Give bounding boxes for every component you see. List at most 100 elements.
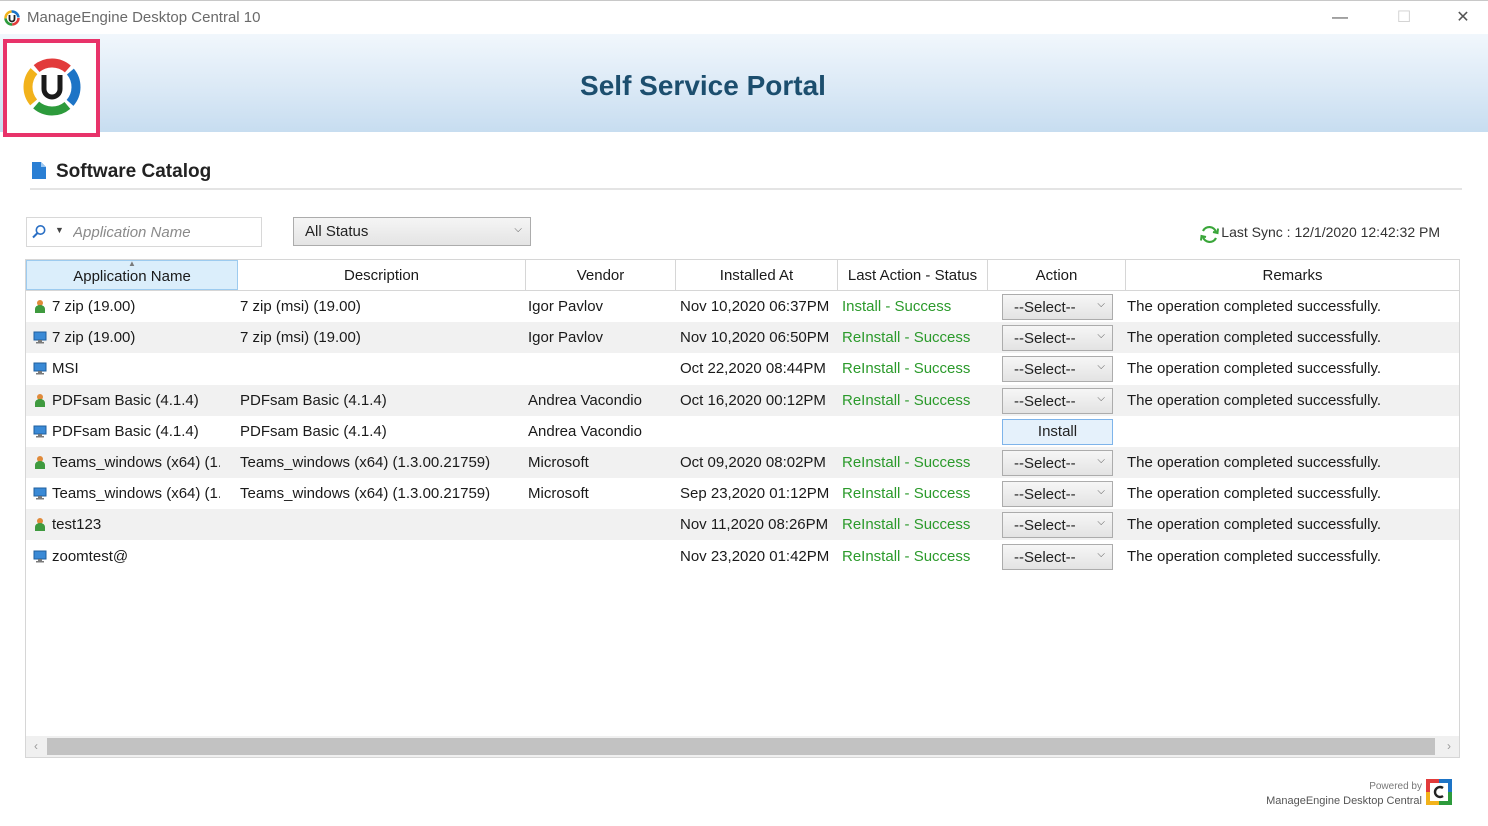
maximize-button[interactable]: ☐: [1384, 5, 1424, 31]
remarks-cell: The operation completed successfully.: [1127, 516, 1382, 534]
description-cell: Teams_windows (x64) (1.3.00.21759): [240, 485, 491, 503]
sync-icon[interactable]: [1199, 225, 1220, 244]
action-select[interactable]: --Select-- ⌵: [1002, 481, 1113, 508]
column-header-installed-at[interactable]: Installed At: [676, 260, 838, 290]
software-catalog-table: ▲ Application Name Description Vendor In…: [25, 259, 1460, 758]
desktop-central-logo-icon: [1426, 779, 1452, 805]
last-sync-label: Last Sync : 12/1/2020 12:42:32 PM: [1221, 224, 1440, 240]
search-options-icon[interactable]: ▼: [55, 225, 64, 235]
search-icon[interactable]: [31, 224, 47, 240]
scrollbar-thumb[interactable]: [47, 738, 1435, 755]
status-filter-select[interactable]: All Status ⌵: [293, 217, 531, 246]
installed-at-cell: [680, 416, 836, 447]
column-header-vendor[interactable]: Vendor: [526, 260, 676, 290]
column-header-last-action-status[interactable]: Last Action - Status: [838, 260, 988, 290]
computer-icon: [33, 362, 47, 375]
action-select[interactable]: --Select-- ⌵: [1002, 294, 1113, 320]
action-select-value: --Select--: [1014, 455, 1076, 472]
minimize-button[interactable]: —: [1320, 5, 1360, 31]
table-row[interactable]: zoomtest@ Nov 23,2020 01:42PM ReInstall - …: [26, 541, 1459, 572]
product-name: ManageEngine Desktop Central: [1266, 795, 1422, 807]
action-select[interactable]: --Select-- ⌵: [1002, 356, 1113, 383]
chevron-down-icon: ⌵: [1097, 517, 1105, 529]
remarks-cell: [1127, 416, 1457, 447]
action-select[interactable]: --Select-- ⌵: [1002, 387, 1113, 414]
column-header-remarks[interactable]: Remarks: [1126, 260, 1459, 290]
table-row[interactable]: Teams_windows (x64) (1.3 Teams_windows (x…: [26, 447, 1459, 478]
scroll-right-icon[interactable]: ›: [1441, 738, 1457, 755]
description-cell: [240, 353, 526, 384]
installed-at-cell: Oct 22,2020 08:44PM: [680, 360, 826, 378]
status-filter-value: All Status: [305, 223, 369, 240]
remarks-cell: The operation completed successfully.: [1127, 391, 1382, 409]
action-select-value: --Select--: [1014, 486, 1076, 504]
chevron-down-icon: ⌵: [1097, 361, 1105, 373]
column-header-application-name[interactable]: ▲ Application Name: [26, 260, 238, 290]
chevron-down-icon: ⌵: [1097, 330, 1105, 342]
horizontal-scrollbar[interactable]: ‹ ›: [26, 736, 1459, 757]
description-cell: [240, 509, 526, 540]
user-icon: [35, 518, 45, 532]
chevron-down-icon: ⌵: [1097, 392, 1105, 404]
install-button[interactable]: Install: [1002, 418, 1113, 445]
table-row[interactable]: PDFsam Basic (4.1.4) PDFsam Basic (4.1.4)…: [26, 384, 1459, 416]
scroll-left-icon[interactable]: ‹: [28, 738, 44, 755]
search-input[interactable]: [73, 221, 258, 243]
column-label: Application Name: [73, 268, 191, 285]
action-select[interactable]: --Select-- ⌵: [1002, 543, 1113, 570]
installed-at-cell: Sep 23,2020 01:12PM: [680, 485, 830, 503]
column-header-action[interactable]: Action: [988, 260, 1126, 290]
vendor-cell: Andrea Vacondio: [528, 391, 642, 409]
table-row[interactable]: MSI Oct 22,2020 08:44PM ReInstall - Succes…: [26, 353, 1459, 384]
table-row[interactable]: 7 zip (19.00) 7 zip (msi) (19.00) Igor Pav…: [26, 291, 1459, 322]
chevron-down-icon: ⌵: [514, 224, 522, 235]
search-box[interactable]: ▼: [26, 217, 262, 247]
action-select[interactable]: --Select-- ⌵: [1002, 325, 1113, 352]
table-row[interactable]: test123 Nov 11,2020 08:26PM ReInstall - Su…: [26, 509, 1459, 541]
powered-by-label: Powered by: [1369, 781, 1422, 792]
chevron-down-icon: ⌵: [1097, 455, 1105, 466]
status-cell: ReInstall - Success: [842, 547, 971, 565]
action-select-value: --Select--: [1014, 299, 1076, 316]
action-select[interactable]: --Select-- ⌵: [1002, 512, 1113, 539]
action-select-value: --Select--: [1014, 330, 1076, 348]
description-cell: Teams_windows (x64) (1.3.00.21759): [240, 454, 491, 471]
table-row[interactable]: Teams_windows (x64) (1.3 Teams_windows (x…: [26, 478, 1459, 509]
table-row[interactable]: PDFsam Basic (4.1.4) PDFsam Basic (4.1.4)…: [26, 416, 1459, 447]
computer-icon: [33, 550, 47, 563]
user-icon: [35, 300, 45, 313]
status-cell: ReInstall - Success: [842, 329, 971, 347]
description-cell: PDFsam Basic (4.1.4): [240, 391, 387, 409]
chevron-down-icon: ⌵: [1097, 486, 1105, 498]
status-cell: ReInstall - Success: [842, 454, 971, 471]
app-name-cell: PDFsam Basic (4.1.4): [52, 422, 199, 440]
table-header: ▲ Application Name Description Vendor In…: [26, 260, 1459, 291]
vendor-cell: [528, 353, 674, 384]
remarks-cell: The operation completed successfully.: [1127, 454, 1382, 471]
close-button[interactable]: ✕: [1443, 5, 1483, 31]
computer-icon: [33, 425, 47, 438]
description-cell: 7 zip (msi) (19.00): [240, 329, 361, 347]
action-select-value: --Select--: [1014, 548, 1076, 566]
table-row[interactable]: 7 zip (19.00) 7 zip (msi) (19.00) Igor Pav…: [26, 322, 1459, 354]
app-name-cell: PDFsam Basic (4.1.4): [52, 391, 199, 409]
installed-at-cell: Nov 10,2020 06:50PM: [680, 329, 830, 347]
page-title: Self Service Portal: [580, 70, 826, 101]
installed-at-cell: Oct 09,2020 08:02PM: [680, 454, 826, 471]
window-titlebar: ManageEngine Desktop Central 10 — ☐ ✕: [0, 0, 1488, 34]
user-icon: [35, 393, 45, 407]
chevron-down-icon: ⌵: [1097, 299, 1105, 310]
status-cell: ReInstall - Success: [842, 360, 971, 378]
app-name-cell: MSI: [52, 360, 79, 378]
column-header-description[interactable]: Description: [238, 260, 526, 290]
status-cell: ReInstall - Success: [842, 516, 971, 534]
installed-at-cell: Nov 11,2020 08:26PM: [680, 516, 829, 534]
app-name-cell: Teams_windows (x64) (1.3: [52, 485, 220, 503]
installed-at-cell: Oct 16,2020 00:12PM: [680, 391, 826, 409]
computer-icon: [33, 331, 47, 344]
action-select[interactable]: --Select-- ⌵: [1002, 450, 1113, 476]
status-cell: ReInstall - Success: [842, 485, 971, 503]
status-cell: [842, 416, 986, 447]
sort-ascending-icon: ▲: [128, 259, 136, 268]
installed-at-cell: Nov 23,2020 01:42PM: [680, 547, 830, 565]
